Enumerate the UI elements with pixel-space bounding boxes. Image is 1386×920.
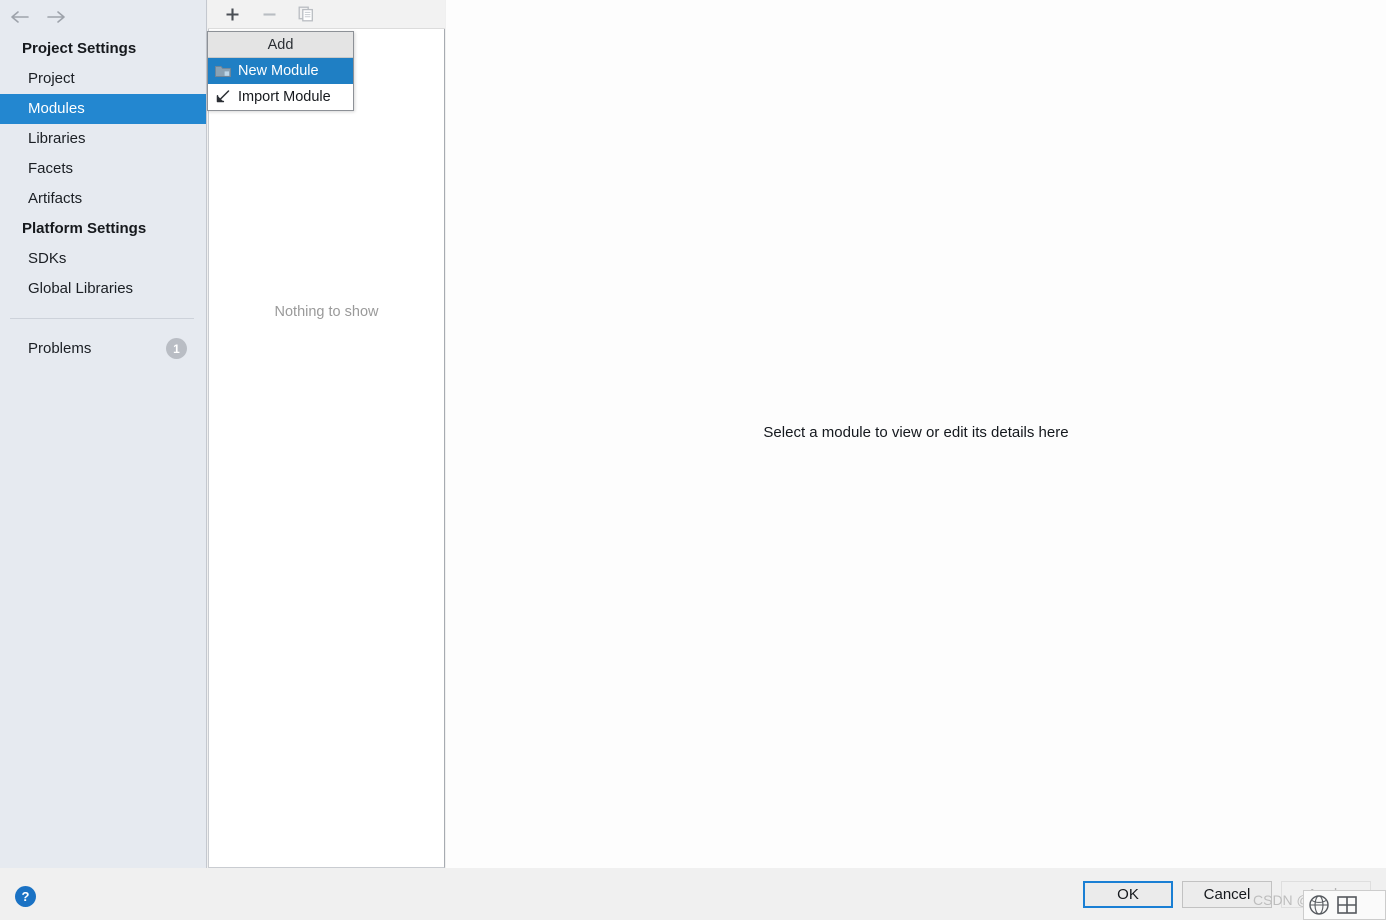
browser-globe-icon <box>1308 894 1330 916</box>
dialog-footer <box>0 868 1386 920</box>
sidebar-item-facets[interactable]: Facets <box>0 154 206 184</box>
settings-sidebar: Project Settings Project Modules Librari… <box>0 0 207 868</box>
help-icon[interactable]: ? <box>15 886 36 907</box>
arrow-left-icon[interactable] <box>9 6 31 28</box>
settings-dialog: Project Settings Project Modules Librari… <box>0 0 1386 920</box>
arrow-right-icon[interactable] <box>45 6 67 28</box>
add-popup-menu: Add New Module Import Module <box>207 31 354 111</box>
sidebar-item-problems[interactable]: Problems 1 <box>0 333 206 364</box>
import-arrow-icon <box>214 89 231 106</box>
menu-item-label: Import Module <box>238 89 331 105</box>
cancel-button[interactable]: Cancel <box>1182 881 1272 908</box>
module-detail-panel: Select a module to view or edit its deta… <box>446 0 1386 868</box>
problems-count-badge: 1 <box>166 338 187 359</box>
platform-settings-header: Platform Settings <box>22 220 147 237</box>
menu-item-import-module[interactable]: Import Module <box>208 84 353 110</box>
copy-icon <box>296 4 316 24</box>
sidebar-item-modules[interactable]: Modules <box>0 94 206 124</box>
minus-icon <box>259 4 279 24</box>
sidebar-item-label: Problems <box>28 339 92 357</box>
menu-item-label: New Module <box>238 63 319 79</box>
sidebar-item-libraries[interactable]: Libraries <box>0 124 206 154</box>
modules-toolbar <box>208 0 445 29</box>
sidebar-item-project[interactable]: Project <box>0 64 206 94</box>
sidebar-item-sdks[interactable]: SDKs <box>0 244 206 274</box>
add-menu-title: Add <box>208 32 353 58</box>
project-settings-header: Project Settings <box>22 40 137 57</box>
menu-item-new-module[interactable]: New Module <box>208 58 353 84</box>
ok-button[interactable]: OK <box>1083 881 1173 908</box>
sidebar-item-global-libraries[interactable]: Global Libraries <box>0 274 206 304</box>
modules-empty-message: Nothing to show <box>274 304 379 320</box>
plus-icon[interactable] <box>222 4 242 24</box>
sidebar-navigation <box>0 0 206 34</box>
os-taskbar-overlay <box>1303 890 1386 920</box>
folder-icon <box>214 63 231 80</box>
detail-placeholder-text: Select a module to view or edit its deta… <box>763 424 1069 441</box>
modules-list-panel[interactable]: Nothing to show <box>208 29 445 868</box>
sidebar-item-artifacts[interactable]: Artifacts <box>0 184 206 214</box>
windows-grid-icon <box>1336 894 1358 916</box>
sidebar-divider <box>10 318 194 319</box>
